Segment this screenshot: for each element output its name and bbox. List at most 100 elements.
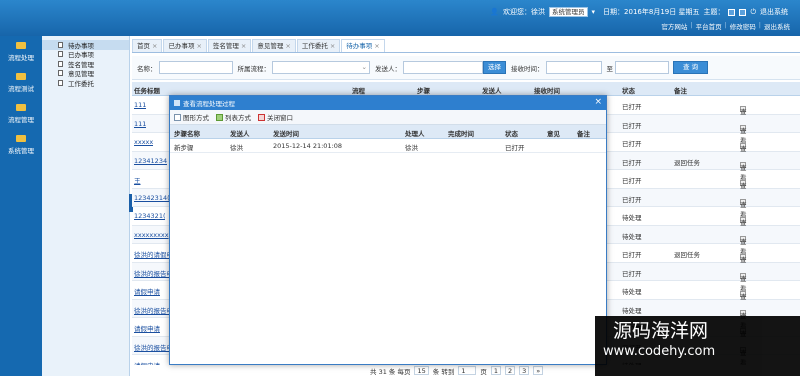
task-title-link[interactable]: 12342314( xyxy=(134,194,170,202)
to-label: 至 xyxy=(606,64,614,73)
col-sender: 发送人 xyxy=(482,87,502,95)
document-icon xyxy=(58,51,63,58)
flow-label: 所属流程： xyxy=(237,64,271,73)
page-link-3[interactable]: 3 xyxy=(519,366,530,375)
link-change-password[interactable]: 修改密码 xyxy=(730,21,756,31)
subnav-todo[interactable]: 待办事项 xyxy=(42,40,129,50)
link-official-site[interactable]: 官方网站 xyxy=(661,21,687,31)
task-title-link[interactable]: 徐洪的请假申 xyxy=(134,249,170,259)
logout-icon[interactable]: ⏻ xyxy=(750,8,756,17)
flow-select[interactable]: ⌄ xyxy=(272,61,370,74)
task-title-link[interactable]: 王 xyxy=(134,175,141,185)
sender-input[interactable] xyxy=(403,61,483,74)
task-title-link[interactable]: 请假申请 xyxy=(134,286,160,296)
cell-handler: 徐洪 xyxy=(405,144,418,152)
col-step-name: 步骤名称 xyxy=(174,130,200,138)
task-title-link[interactable]: 111 xyxy=(134,120,146,128)
folder-icon xyxy=(16,135,26,142)
chevron-down-icon[interactable]: ▾ xyxy=(592,8,596,16)
window-icon xyxy=(174,100,180,106)
link-platform-home[interactable]: 平台首页 xyxy=(696,21,722,31)
image-icon xyxy=(174,113,181,121)
page-next[interactable]: » xyxy=(533,366,544,375)
cell-status: 已打开 xyxy=(622,140,642,148)
nav-flow-process[interactable]: 流程处理 xyxy=(8,42,34,73)
name-label: 名称： xyxy=(137,64,157,73)
search-bar: 名称： 所属流程： ⌄ 发送人： 选择 接收时间： 至 查 询 xyxy=(132,56,800,80)
theme-checkbox-1[interactable] xyxy=(728,8,736,16)
subnav-signature[interactable]: 签名管理 xyxy=(42,59,129,69)
dialog-toolbar: 图形方式 列表方式 关闭窗口 xyxy=(170,110,606,125)
task-title-link[interactable]: 徐洪的报告申 xyxy=(134,342,170,352)
cell-status: 已打开 xyxy=(505,144,525,152)
user-bar: 👤 欢迎您：徐洪 系统管理员 ▾ 日期：2016年8月19日 星期五 主题： ⏻… xyxy=(490,7,788,17)
cell-note: 退回任务 xyxy=(674,158,700,167)
link-logout[interactable]: 退出系统 xyxy=(764,21,790,31)
task-title-link[interactable]: xxxxx xyxy=(134,138,153,146)
close-window-button[interactable]: 关闭窗口 xyxy=(258,112,293,122)
folder-icon xyxy=(16,73,26,80)
col-title: 任务标题 xyxy=(134,87,160,95)
page-link-1[interactable]: 1 xyxy=(490,366,501,375)
sender-label: 发送人： xyxy=(375,64,401,73)
close-icon[interactable]: × xyxy=(594,97,602,107)
tab-opinion[interactable]: 意见管理 × xyxy=(252,39,296,52)
theme-checkbox-2[interactable] xyxy=(739,8,747,16)
task-title-link[interactable]: 12341234 xyxy=(134,157,167,165)
tab-label: 已办事项 xyxy=(168,42,195,50)
grid-header: 任务标题 流程 步骤 发送人 接收时间 状态 备注 xyxy=(132,82,800,96)
close-icon[interactable]: × xyxy=(285,42,290,50)
logout-link[interactable]: 退出系统 xyxy=(760,7,788,17)
task-title-link[interactable]: 徐洪的报告申 xyxy=(134,305,170,315)
subnav-label: 意见管理 xyxy=(68,70,94,79)
tab-signature[interactable]: 签名管理 × xyxy=(207,39,252,52)
task-title-link[interactable]: 1234321( xyxy=(134,212,165,220)
nav-flow-test[interactable]: 流程测试 xyxy=(8,73,34,104)
name-input[interactable] xyxy=(158,61,233,74)
task-title-link[interactable]: xxxxxxxxx xyxy=(134,231,169,239)
close-icon[interactable]: × xyxy=(196,42,201,50)
secondary-sidebar: 待办事项 已办事项 签名管理 意见管理 工作委托 xyxy=(42,36,130,376)
divider: | xyxy=(690,21,693,29)
tab-delegate[interactable]: 工作委托 × xyxy=(296,39,341,52)
goto-page-input[interactable]: 1 xyxy=(458,366,477,375)
close-icon[interactable]: × xyxy=(152,42,157,50)
subnav-delegate[interactable]: 工作委托 xyxy=(42,78,129,88)
select-sender-button[interactable]: 选择 xyxy=(483,61,506,74)
cell-status: 已打开 xyxy=(622,269,642,278)
user-icon: 👤 xyxy=(490,8,500,16)
query-button[interactable]: 查 询 xyxy=(673,61,709,74)
per-page-input[interactable]: 15 xyxy=(414,366,429,375)
subnav-done[interactable]: 已办事项 xyxy=(42,50,129,59)
col-step: 步骤 xyxy=(417,87,430,95)
cell-status: 已打开 xyxy=(622,103,642,111)
nav-system-manage[interactable]: 系统管理 xyxy=(8,135,34,166)
close-icon[interactable]: × xyxy=(330,42,335,50)
cell-status: 已打开 xyxy=(622,195,642,204)
subnav-label: 待办事项 xyxy=(68,41,94,50)
close-icon[interactable]: × xyxy=(374,42,379,50)
tab-label: 意见管理 xyxy=(257,42,284,50)
document-icon xyxy=(58,79,63,86)
dialog-titlebar[interactable]: 查看流程处理过程 × xyxy=(170,96,606,110)
tab-done[interactable]: 已办事项 × xyxy=(163,39,207,52)
dialog-row[interactable]: 新步骤 徐洪 2015-12-14 21:01:08 徐洪 已打开 xyxy=(170,139,606,153)
role-select[interactable]: 系统管理员 xyxy=(549,7,588,17)
page-link-2[interactable]: 2 xyxy=(504,366,516,375)
subnav-opinion[interactable]: 意见管理 xyxy=(42,69,129,79)
close-icon[interactable]: × xyxy=(241,42,246,50)
chevron-down-icon: ⌄ xyxy=(361,63,367,71)
recv-end-input[interactable] xyxy=(615,61,669,74)
graph-mode-button[interactable]: 图形方式 xyxy=(174,112,209,122)
tab-todo[interactable]: 待办事项 × xyxy=(341,39,385,52)
task-title-link[interactable]: 111 xyxy=(134,101,146,109)
task-title-link[interactable]: 徐洪的报告申 xyxy=(134,268,170,278)
tab-home[interactable]: 首页 × xyxy=(132,39,163,52)
nav-flow-manage[interactable]: 流程管理 xyxy=(8,104,34,135)
recv-start-input[interactable] xyxy=(545,61,602,74)
list-mode-button[interactable]: 列表方式 xyxy=(216,112,251,122)
task-title-link[interactable]: 请假申请 xyxy=(134,323,160,333)
nav-label: 流程处理 xyxy=(8,54,34,62)
primary-sidebar: 流程处理 流程测试 流程管理 系统管理 xyxy=(0,36,42,376)
cell-status: 已打开 xyxy=(622,158,642,167)
